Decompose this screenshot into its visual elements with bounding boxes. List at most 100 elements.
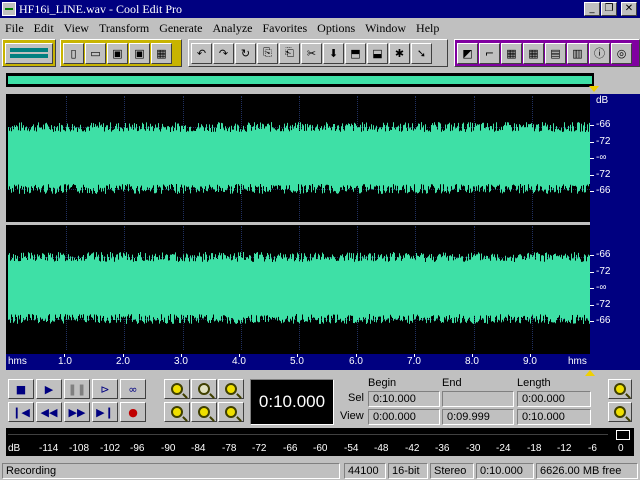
mix-paste-icon[interactable]: ⬓ xyxy=(367,42,388,64)
menu-help[interactable]: Help xyxy=(411,21,444,36)
menu-analyze[interactable]: Analyze xyxy=(208,21,258,36)
zero-cross-icon[interactable]: ▦ xyxy=(523,42,544,64)
window-title: HF16i_LINE.wav - Cool Edit Pro xyxy=(19,1,182,16)
cue-list-icon[interactable]: ▥ xyxy=(567,42,588,64)
right-channel[interactable] xyxy=(8,226,590,350)
new-file-icon[interactable]: ▯ xyxy=(63,42,84,64)
copy-new-icon[interactable]: ⎗ xyxy=(279,42,300,64)
waveform-display[interactable] xyxy=(6,94,590,370)
view-begin-field[interactable]: 0:00.000 xyxy=(368,409,440,425)
save-all-icon[interactable]: ▦ xyxy=(151,42,172,64)
save-as-icon[interactable]: ▣ xyxy=(129,42,150,64)
overview-bar[interactable] xyxy=(6,73,594,87)
level-scale-label: -84 xyxy=(191,443,206,454)
fast-forward-button[interactable]: ▶▶ xyxy=(64,402,90,422)
status-channels: Stereo xyxy=(430,463,474,479)
open-file-icon[interactable]: ▭ xyxy=(85,42,106,64)
redo-icon[interactable]: ↷ xyxy=(213,42,234,64)
menu-transform[interactable]: Transform xyxy=(94,21,154,36)
view-length-field[interactable]: 0:10.000 xyxy=(517,409,591,425)
insert-icon[interactable]: ➘ xyxy=(411,42,432,64)
channel-divider xyxy=(6,222,590,225)
playhead-marker-top[interactable] xyxy=(589,86,599,92)
stop-button[interactable]: ■ xyxy=(8,379,34,399)
stop-icon: ■ xyxy=(15,382,27,396)
zoom-selection-button[interactable] xyxy=(164,402,190,422)
zoom-out-button[interactable] xyxy=(191,379,217,399)
repeat-icon[interactable]: ↻ xyxy=(235,42,256,64)
level-scale-label: 0 xyxy=(618,443,624,454)
spectral-view-icon[interactable]: ◩ xyxy=(457,42,478,64)
zoom-out-vertical-button[interactable] xyxy=(608,402,632,422)
envelope-icon[interactable]: ⌐ xyxy=(479,42,500,64)
zoom-in-icon xyxy=(171,383,183,395)
app-icon[interactable] xyxy=(2,2,16,16)
cut-icon[interactable]: ✂ xyxy=(301,42,322,64)
playhead-marker-bottom[interactable] xyxy=(585,370,595,376)
zoom-in-button[interactable] xyxy=(164,379,190,399)
time-tick: 7.0 xyxy=(407,356,421,367)
level-scale-label: -90 xyxy=(161,443,176,454)
paste-icon[interactable]: ⬇ xyxy=(323,42,344,64)
go-to-start-button[interactable]: ❙◀ xyxy=(8,402,34,422)
sel-end-field[interactable] xyxy=(442,391,514,407)
record-button[interactable]: ● xyxy=(120,402,146,422)
menu-generate[interactable]: Generate xyxy=(154,21,207,36)
zoom-full-button[interactable] xyxy=(218,379,244,399)
time-unit-start: hms xyxy=(8,356,27,367)
info-icon[interactable]: ⓘ xyxy=(589,42,610,64)
cd-icon[interactable]: ◎ xyxy=(611,42,632,64)
grid-icon[interactable]: ▤ xyxy=(545,42,566,64)
toolbar-group-view xyxy=(2,39,56,67)
restore-button[interactable]: ❐ xyxy=(601,2,617,16)
sel-begin-field[interactable]: 0:10.000 xyxy=(368,391,440,407)
go-to-end-icon: ▶❙ xyxy=(96,405,114,419)
db-label: -66 xyxy=(596,119,611,130)
menu-file[interactable]: File xyxy=(0,21,29,36)
level-scale-label: -114 xyxy=(39,443,59,454)
toolbar: ▯ ▭ ▣ ▣ ▦ ↶ ↷ ↻ ⎘ ⎗ ✂ ⬇ ⬒ ⬓ ✱ ➘ ◩ ⌐ ▦ ▦ … xyxy=(0,38,640,68)
rewind-button[interactable]: ◀◀ xyxy=(36,402,62,422)
go-to-end-button[interactable]: ▶❙ xyxy=(92,402,118,422)
loop-button[interactable]: ∞ xyxy=(120,379,146,399)
menu-edit[interactable]: Edit xyxy=(29,21,59,36)
play-to-end-button[interactable]: ⊳ xyxy=(92,379,118,399)
pause-button[interactable]: ❚❚ xyxy=(64,379,90,399)
left-channel[interactable] xyxy=(8,96,590,220)
menu-view[interactable]: View xyxy=(59,21,94,36)
close-button[interactable]: ✕ xyxy=(621,2,637,16)
undo-icon[interactable]: ↶ xyxy=(191,42,212,64)
play-to-end-icon: ⊳ xyxy=(100,382,110,396)
multitrack-toggle-icon[interactable] xyxy=(5,42,53,64)
db-unit: dB xyxy=(596,95,609,106)
record-icon: ● xyxy=(128,405,138,419)
paste-new-icon[interactable]: ⬒ xyxy=(345,42,366,64)
zoom-in-vertical-button[interactable] xyxy=(608,379,632,399)
sel-length-field[interactable]: 0:00.000 xyxy=(517,391,591,407)
menu-favorites[interactable]: Favorites xyxy=(257,21,312,36)
view-end-field[interactable]: 0:09.999 xyxy=(442,409,514,425)
time-ruler[interactable]: hms 1.0 2.0 3.0 4.0 5.0 6.0 7.0 8.0 9.0 … xyxy=(6,354,590,370)
level-scale-label: -78 xyxy=(222,443,237,454)
menu-bar: File Edit View Transform Generate Analyz… xyxy=(0,19,640,37)
minimize-button[interactable]: _ xyxy=(584,2,600,16)
snap-icon[interactable]: ▦ xyxy=(501,42,522,64)
zoom-left-button[interactable] xyxy=(191,402,217,422)
zoom-right-button[interactable] xyxy=(218,402,244,422)
menu-window[interactable]: Window xyxy=(360,21,411,36)
overview-range[interactable] xyxy=(8,76,592,84)
save-icon[interactable]: ▣ xyxy=(107,42,128,64)
db-label: -66 xyxy=(596,185,611,196)
copy-icon[interactable]: ⎘ xyxy=(257,42,278,64)
zoom-right-icon xyxy=(225,406,237,418)
level-scale-label: -6 xyxy=(588,443,597,454)
menu-options[interactable]: Options xyxy=(312,21,360,36)
level-scale-label: -102 xyxy=(100,443,121,454)
level-meter xyxy=(6,428,634,442)
level-scale-label: -60 xyxy=(313,443,328,454)
play-button[interactable]: ▶ xyxy=(36,379,62,399)
db-label: -72 xyxy=(596,136,611,147)
time-tick: 2.0 xyxy=(116,356,130,367)
zoom-full-icon xyxy=(225,383,237,395)
trim-icon[interactable]: ✱ xyxy=(389,42,410,64)
